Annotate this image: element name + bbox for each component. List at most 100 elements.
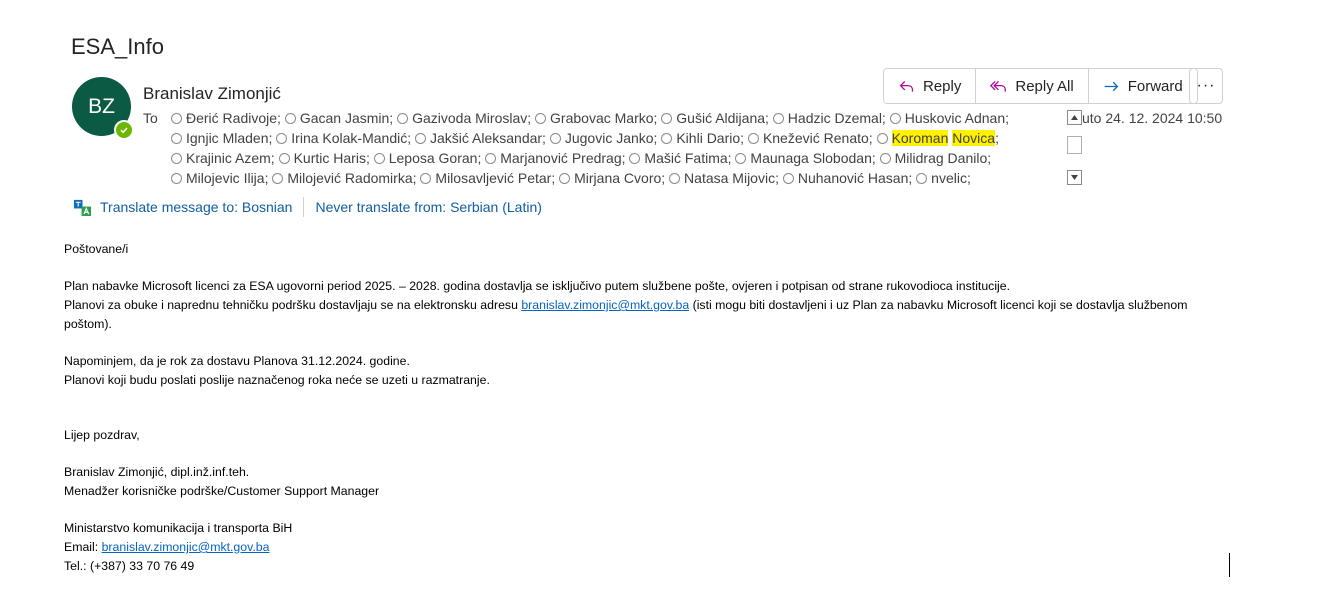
recipient[interactable]: Milosavljević Petar; [420, 170, 555, 186]
recipient-presence-icon [876, 133, 888, 144]
body-paragraph-4: Planovi koji budu poslati poslije naznač… [64, 373, 490, 387]
signature-email: Email: branislav.zimonjic@mkt.gov.ba [64, 540, 270, 554]
recipient[interactable]: Gušić Aldijana; [661, 110, 769, 126]
recipient-presence-icon [735, 153, 747, 164]
scroll-thumb[interactable] [1067, 136, 1082, 154]
recipient-presence-icon [782, 173, 794, 184]
scroll-up-button[interactable] [1067, 110, 1082, 125]
recipient-presence-icon [284, 113, 296, 124]
recipient-presence-icon [661, 133, 673, 144]
sender-name[interactable]: Branislav Zimonjić [143, 84, 281, 104]
never-translate-link[interactable]: Never translate from: Serbian (Latin) [315, 199, 541, 215]
message-body[interactable]: Poštovane/i Plan nabavke Microsoft licen… [64, 240, 1224, 576]
signature-name: Branislav Zimonjić, dipl.inž.inf.teh. [64, 465, 250, 479]
recipient-presence-icon [669, 173, 681, 184]
recipient[interactable]: Jugovic Janko; [549, 130, 657, 146]
body-paragraph-1: Plan nabavke Microsoft licenci za ESA ug… [64, 279, 1011, 293]
recipient[interactable]: Milidrag Danilo; [879, 150, 991, 166]
text-cursor [1229, 553, 1230, 577]
recipient-presence-icon [549, 133, 561, 144]
recipient[interactable]: Milojevic Ilija; [171, 170, 268, 186]
recipient[interactable]: Knežević Renato; [747, 130, 873, 146]
recipient-presence-icon [171, 113, 182, 124]
recipient-highlighted[interactable]: Koroman Novica; [876, 130, 999, 146]
recipient-presence-icon [747, 133, 759, 144]
recipient-presence-icon [889, 113, 901, 124]
forward-button[interactable]: Forward [1088, 69, 1197, 103]
recipient-presence-icon [171, 153, 182, 164]
recipient[interactable]: Gacan Jasmin; [284, 110, 393, 126]
recipient[interactable]: Kurtic Haris; [278, 150, 370, 166]
signature-org: Ministarstvo komunikacija i transporta B… [64, 521, 293, 535]
more-icon: ··· [1196, 77, 1216, 94]
recipient[interactable]: Natasa Mijovic; [669, 170, 779, 186]
highlight-first: Koroman [891, 130, 949, 146]
reply-icon [899, 80, 914, 92]
recipient[interactable]: Marjanović Predrag; [485, 150, 626, 166]
signature-tel: Tel.: (+387) 33 70 76 49 [64, 559, 195, 573]
recipient-presence-icon [276, 133, 288, 144]
recipient-presence-icon [629, 153, 641, 164]
signature-email-link[interactable]: branislav.zimonjic@mkt.gov.ba [102, 540, 270, 554]
recipient-presence-icon [772, 113, 784, 124]
forward-arrow-icon [1104, 81, 1119, 91]
email-link[interactable]: branislav.zimonjic@mkt.gov.ba [521, 298, 689, 312]
recipient[interactable]: Jakšić Aleksandar; [415, 130, 546, 146]
recipient[interactable]: Ignjic Mladen; [171, 130, 272, 146]
more-actions-button[interactable]: ··· [1189, 68, 1223, 104]
reply-all-button[interactable]: Reply All [976, 69, 1089, 103]
body-paragraph-3: Napominjem, da je rok za dostavu Planova… [64, 354, 410, 368]
recipient-presence-icon [272, 173, 284, 184]
recipient[interactable]: Gazivoda Miroslav; [397, 110, 531, 126]
recipient[interactable]: Grabovac Marko; [535, 110, 657, 126]
recipient[interactable]: Maunaga Slobodan; [735, 150, 876, 166]
recipient-presence-icon [916, 173, 928, 184]
recipient[interactable]: nvelic; [916, 170, 971, 186]
signature-title: Menadžer korisničke podrške/Customer Sup… [64, 484, 380, 498]
recipient-presence-icon [278, 153, 290, 164]
recipient[interactable]: Nuhanović Hasan; [782, 170, 912, 186]
recipient-presence-icon [535, 113, 547, 124]
recipient-line: Ignjic Mladen; Irina Kolak-Mandić; Jakši… [171, 129, 1061, 149]
recipient[interactable]: Mirjana Cvoro; [559, 170, 665, 186]
recipient[interactable]: Leposa Goran; [373, 150, 481, 166]
recipient[interactable]: Đerić Radivoje; [171, 110, 281, 126]
presence-available-icon [114, 120, 134, 140]
recipient-list: Đerić Radivoje; Gacan Jasmin; Gazivoda M… [171, 109, 1061, 189]
recipient-line: Milojevic Ilija; Milojević Radomirka; Mi… [171, 169, 1061, 189]
greeting: Poštovane/i [64, 242, 129, 256]
recipient-presence-icon [485, 153, 497, 164]
recipient-presence-icon [373, 153, 385, 164]
recipient-scrollbar[interactable] [1067, 110, 1082, 186]
recipient-line: Đerić Radivoje; Gacan Jasmin; Gazivoda M… [171, 109, 1061, 129]
caret-up-icon [1071, 115, 1078, 120]
recipient[interactable]: Hadzic Dzemal; [772, 110, 886, 126]
sent-date: uto 24. 12. 2024 10:50 [1082, 110, 1223, 126]
body-paragraph-2: Planovi za obuke i naprednu tehničku pod… [64, 298, 1188, 331]
recipient-presence-icon [879, 153, 891, 164]
caret-down-icon [1071, 175, 1078, 180]
scroll-down-button[interactable] [1067, 170, 1082, 185]
avatar-initials: BZ [88, 94, 115, 118]
closing: Lijep pozdrav, [64, 428, 140, 442]
reply-all-icon [990, 80, 1007, 92]
recipient[interactable]: Huskovic Adnan; [889, 110, 1009, 126]
recipient[interactable]: Milojević Radomirka; [272, 170, 417, 186]
recipient-presence-icon [420, 173, 432, 184]
translate-bar: Translate message to: Bosnian Never tran… [73, 197, 542, 217]
recipient-presence-icon [171, 173, 182, 184]
recipient[interactable]: Krajinic Azem; [171, 150, 275, 166]
translate-icon [73, 199, 92, 216]
to-label: To [143, 110, 158, 126]
reply-button[interactable]: Reply [884, 69, 977, 103]
message-actions: Reply Reply All Forward [883, 68, 1198, 104]
recipient-presence-icon [415, 133, 426, 144]
recipient-presence-icon [171, 133, 182, 144]
translate-message-link[interactable]: Translate message to: Bosnian [100, 199, 292, 215]
recipient-presence-icon [397, 113, 409, 124]
translate-divider [303, 197, 305, 217]
recipient[interactable]: Mašić Fatima; [629, 150, 732, 166]
recipient[interactable]: Irina Kolak-Mandić; [276, 130, 411, 146]
recipient-presence-icon [661, 113, 673, 124]
recipient[interactable]: Kihli Dario; [661, 130, 744, 146]
